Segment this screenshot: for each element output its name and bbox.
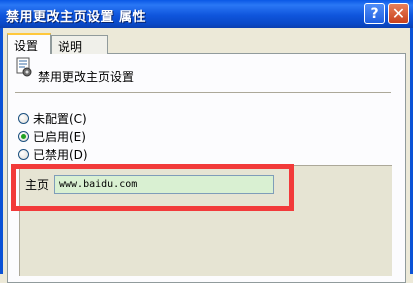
- radio-button[interactable]: [18, 148, 29, 160]
- close-button[interactable]: ✕: [388, 3, 409, 24]
- close-icon: ✕: [391, 4, 406, 23]
- separator: [15, 92, 391, 93]
- homepage-label: 主页: [25, 178, 50, 192]
- title-bar[interactable]: 禁用更改主页设置 属性 ? ✕: [0, 0, 413, 28]
- homepage-input[interactable]: www.baidu.com: [54, 175, 274, 194]
- tab-settings[interactable]: 设置: [7, 33, 51, 54]
- radio-not-configured[interactable]: 未配置(C): [18, 110, 87, 126]
- window-title: 禁用更改主页设置 属性: [6, 10, 147, 25]
- policy-name: 禁用更改主页设置: [38, 70, 135, 84]
- radio-label: 已禁用(D): [33, 147, 88, 162]
- radio-button[interactable]: [18, 130, 29, 142]
- radio-label: 已启用(E): [33, 129, 86, 144]
- radio-label: 未配置(C): [33, 111, 87, 126]
- policy-setting-icon: [16, 57, 32, 77]
- tab-explain[interactable]: 说明: [51, 35, 108, 54]
- help-icon: ?: [370, 5, 379, 22]
- radio-disabled[interactable]: 已禁用(D): [18, 146, 88, 162]
- radio-button[interactable]: [18, 112, 29, 124]
- help-button[interactable]: ?: [364, 3, 385, 24]
- radio-enabled[interactable]: 已启用(E): [18, 128, 86, 144]
